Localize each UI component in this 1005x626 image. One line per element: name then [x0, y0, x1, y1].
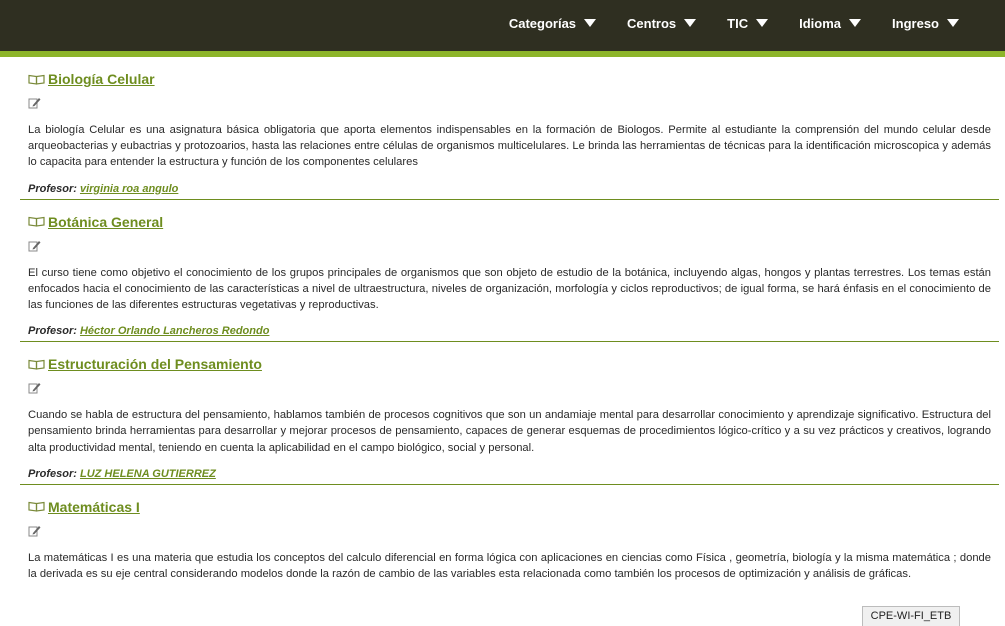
menu-categorias[interactable]: Categorías: [508, 15, 597, 31]
book-icon: [28, 216, 45, 227]
professor-link[interactable]: Héctor Orlando Lancheros Redondo: [80, 325, 269, 337]
top-navigation-bar: Categorías Centros TIC Idioma Ingreso: [0, 0, 1005, 57]
course-professor: Profesor: virginia roa angulo: [28, 183, 991, 195]
course-description: La matemáticas I es una materia que estu…: [28, 551, 991, 581]
course-professor: Profesor: Héctor Orlando Lancheros Redon…: [28, 325, 991, 337]
course-list: Biología Celular La biología Celular es …: [20, 57, 999, 582]
professor-label: Profesor:: [28, 325, 77, 338]
course-title-link[interactable]: Matemáticas I: [48, 499, 140, 515]
professor-label: Profesor:: [28, 182, 77, 195]
chevron-down-icon: [947, 19, 959, 27]
menu-label: TIC: [727, 15, 749, 31]
menu-label: Idioma: [799, 15, 842, 31]
course-description: La biología Celular es una asignatura bá…: [28, 124, 991, 169]
menu-idioma[interactable]: Idioma: [799, 15, 862, 31]
main-menu: Categorías Centros TIC Idioma Ingreso: [478, 0, 959, 46]
edit-icon[interactable]: [28, 524, 41, 537]
book-icon: [28, 502, 45, 513]
chevron-down-icon: [684, 19, 697, 27]
edit-icon[interactable]: [28, 96, 41, 109]
course-item: Estructuración del Pensamiento Cuando se…: [20, 342, 999, 485]
course-title-link[interactable]: Botánica General: [48, 214, 163, 230]
professor-link[interactable]: LUZ HELENA GUTIERREZ: [80, 468, 216, 480]
menu-label: Ingreso: [892, 15, 939, 31]
professor-label: Profesor:: [28, 467, 77, 480]
book-icon: [28, 74, 45, 85]
course-title-link[interactable]: Estructuración del Pensamiento: [48, 356, 262, 372]
professor-link[interactable]: virginia roa angulo: [80, 183, 178, 195]
course-professor: Profesor: LUZ HELENA GUTIERREZ: [28, 468, 991, 480]
book-icon: [28, 359, 45, 370]
course-item: Botánica General El curso tiene como obj…: [20, 200, 999, 343]
course-description: El curso tiene como objetivo el conocimi…: [28, 266, 991, 312]
chevron-down-icon: [756, 19, 769, 27]
menu-centros[interactable]: Centros: [627, 15, 697, 31]
wifi-network-tooltip: CPE-WI-FI_ETB: [862, 606, 960, 626]
edit-icon[interactable]: [28, 381, 41, 394]
edit-icon[interactable]: [28, 239, 41, 252]
chevron-down-icon: [584, 19, 597, 27]
course-title-link[interactable]: Biología Celular: [48, 71, 155, 87]
chevron-down-icon: [849, 19, 862, 27]
menu-label: Centros: [627, 15, 677, 31]
menu-tic[interactable]: TIC: [727, 15, 769, 31]
menu-label: Categorías: [508, 15, 577, 31]
course-item: Matemáticas I La matemáticas I es una ma…: [20, 485, 999, 582]
menu-ingreso[interactable]: Ingreso: [892, 16, 959, 31]
course-item: Biología Celular La biología Celular es …: [20, 57, 999, 200]
course-description: Cuando se habla de estructura del pensam…: [28, 409, 991, 454]
